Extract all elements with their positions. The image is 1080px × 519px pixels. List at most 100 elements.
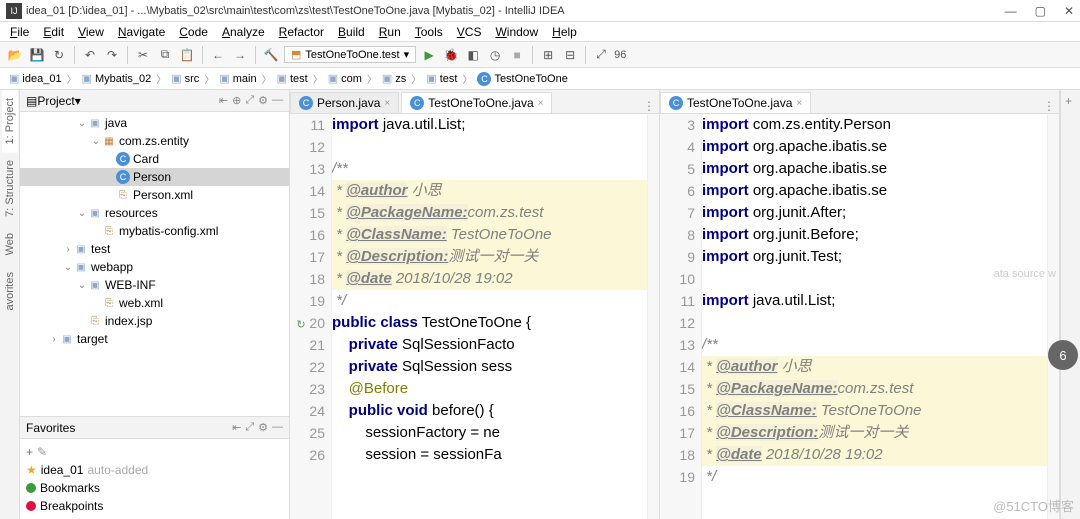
run-icon[interactable]: ▶ — [420, 46, 438, 64]
notification-badge[interactable]: 6 — [1048, 340, 1078, 370]
app-icon: IJ — [6, 3, 22, 19]
add-icon[interactable]: + — [26, 445, 33, 459]
save-icon[interactable]: 💾 — [28, 46, 46, 64]
expand-icon[interactable]: ⤢ — [245, 94, 254, 107]
tree-node[interactable]: ⎘mybatis-config.xml — [20, 222, 289, 240]
close-tab-icon[interactable]: × — [538, 98, 544, 109]
gutter-right[interactable]: 345678910111213141516171819 — [660, 114, 702, 519]
favorite-item[interactable]: Bookmarks — [26, 479, 283, 497]
editor-tab[interactable]: CTestOneToOne.java× — [401, 92, 552, 113]
expand-icon[interactable]: ⤢ — [592, 46, 610, 64]
hide-icon[interactable]: — — [272, 94, 283, 107]
redo-icon[interactable]: ↷ — [103, 46, 121, 64]
tree-node[interactable]: ⎘web.xml — [20, 294, 289, 312]
breadcrumb: ▣idea_01〉▣Mybatis_02〉▣src〉▣main〉▣test〉▣c… — [0, 68, 1080, 90]
breadcrumb-item[interactable]: CTestOneToOne — [474, 72, 570, 86]
paste-icon[interactable]: 📋 — [178, 46, 196, 64]
tree-node[interactable]: ›▣target — [20, 330, 289, 348]
stop-icon[interactable]: ■ — [508, 46, 526, 64]
chevron-down-icon[interactable]: ▾ — [75, 94, 81, 108]
ghost-text: ata source w — [994, 268, 1056, 280]
close-icon[interactable]: ✕ — [1064, 4, 1074, 18]
tree-node[interactable]: CCard — [20, 150, 289, 168]
code-left[interactable]: import java.util.List; /** * @author 小思 … — [332, 114, 647, 519]
breadcrumb-item[interactable]: ▣com — [325, 72, 365, 85]
menu-code[interactable]: Code — [173, 23, 214, 41]
tool-tab-web[interactable]: Web — [2, 225, 18, 263]
coverage-icon[interactable]: ◧ — [464, 46, 482, 64]
tree-node[interactable]: ›▣test — [20, 240, 289, 258]
menubar: FileEditViewNavigateCodeAnalyzeRefactorB… — [0, 22, 1080, 42]
run-config-selector[interactable]: ⬒ TestOneToOne.test ▾ — [284, 46, 416, 63]
breadcrumb-item[interactable]: ▣test — [423, 72, 460, 85]
gutter-left[interactable]: 111213141516171819↻ 20212223242526 — [290, 114, 332, 519]
menu-navigate[interactable]: Navigate — [112, 23, 171, 41]
cut-icon[interactable]: ✂ — [134, 46, 152, 64]
minimize-icon[interactable]: — — [1005, 4, 1017, 18]
menu-help[interactable]: Help — [546, 23, 583, 41]
tool-tab-structure[interactable]: 7: Structure — [2, 152, 18, 225]
editor-tab[interactable]: CTestOneToOne.java× — [660, 92, 811, 113]
tree-node[interactable]: ⌄▣resources — [20, 204, 289, 222]
marker-bar-right[interactable] — [1047, 114, 1059, 519]
build-icon[interactable]: 🔨 — [262, 46, 280, 64]
tree-node[interactable]: ⌄▣java — [20, 114, 289, 132]
menu-view[interactable]: View — [72, 23, 110, 41]
menu-run[interactable]: Run — [373, 23, 407, 41]
debug-icon[interactable]: 🐞 — [442, 46, 460, 64]
tool-tab-favorites[interactable]: avorites — [2, 264, 18, 319]
collapse-icon[interactable]: ⇤ — [232, 421, 241, 434]
editor-tab[interactable]: CPerson.java× — [290, 92, 399, 113]
sync-icon[interactable]: ↻ — [50, 46, 68, 64]
menu-vcs[interactable]: VCS — [451, 23, 488, 41]
tree-node[interactable]: ⌄▣WEB-INF — [20, 276, 289, 294]
hide-icon[interactable]: — — [272, 421, 283, 434]
menu-build[interactable]: Build — [332, 23, 371, 41]
menu-file[interactable]: File — [4, 23, 35, 41]
project-tree[interactable]: ⌄▣java⌄▦com.zs.entityCCardCPerson⎘Person… — [20, 112, 289, 416]
code-right[interactable]: import com.zs.entity.Personimport org.ap… — [702, 114, 1047, 519]
edit-icon[interactable]: ✎ — [37, 445, 47, 459]
breadcrumb-item[interactable]: ▣main — [216, 72, 259, 85]
copy-icon[interactable]: ⧉ — [156, 46, 174, 64]
tree-node[interactable]: ⌄▣webapp — [20, 258, 289, 276]
undo-icon[interactable]: ↶ — [81, 46, 99, 64]
tool-tab-project[interactable]: 1: Project — [2, 90, 18, 152]
layout-icon[interactable]: ⊟ — [561, 46, 579, 64]
gear-icon[interactable]: ⚙ — [258, 421, 268, 434]
tree-node[interactable]: CPerson — [20, 168, 289, 186]
marker-bar-left[interactable] — [647, 114, 659, 519]
more-icon[interactable]: ⋮ — [643, 99, 655, 113]
editor-tabs-left: CPerson.java×CTestOneToOne.java× ⋮ — [290, 90, 659, 114]
back-icon[interactable]: ← — [209, 46, 227, 64]
gear-icon[interactable]: ⚙ — [258, 94, 268, 107]
breadcrumb-item[interactable]: ▣Mybatis_02 — [79, 72, 155, 85]
close-tab-icon[interactable]: × — [384, 98, 390, 109]
expand-icon[interactable]: ⤢ — [245, 421, 254, 434]
target-icon[interactable]: ⊕ — [232, 94, 241, 107]
more-icon[interactable]: ⋮ — [1043, 99, 1055, 113]
chevron-down-icon: ▾ — [404, 48, 410, 61]
breadcrumb-item[interactable]: ▣idea_01 — [6, 72, 65, 85]
tree-node[interactable]: ⌄▦com.zs.entity — [20, 132, 289, 150]
maximize-icon[interactable]: ▢ — [1035, 4, 1046, 18]
collapse-icon[interactable]: ⇤ — [219, 94, 228, 107]
add-panel-icon[interactable]: + — [1061, 90, 1080, 112]
breadcrumb-item[interactable]: ▣test — [274, 72, 311, 85]
tree-node[interactable]: ⎘index.jsp — [20, 312, 289, 330]
favorite-item[interactable]: Breakpoints — [26, 497, 283, 515]
forward-icon[interactable]: → — [231, 46, 249, 64]
close-tab-icon[interactable]: × — [796, 98, 802, 109]
profile-icon[interactable]: ◷ — [486, 46, 504, 64]
menu-refactor[interactable]: Refactor — [273, 23, 330, 41]
tree-node[interactable]: ⎘Person.xml — [20, 186, 289, 204]
breadcrumb-item[interactable]: ▣src — [168, 72, 202, 85]
menu-tools[interactable]: Tools — [409, 23, 449, 41]
menu-edit[interactable]: Edit — [37, 23, 70, 41]
open-icon[interactable]: 📂 — [6, 46, 24, 64]
breadcrumb-item[interactable]: ▣zs — [379, 72, 409, 85]
structure-icon[interactable]: ⊞ — [539, 46, 557, 64]
favorite-item[interactable]: ★idea_01auto-added — [26, 461, 283, 479]
menu-window[interactable]: Window — [489, 23, 544, 41]
menu-analyze[interactable]: Analyze — [216, 23, 271, 41]
